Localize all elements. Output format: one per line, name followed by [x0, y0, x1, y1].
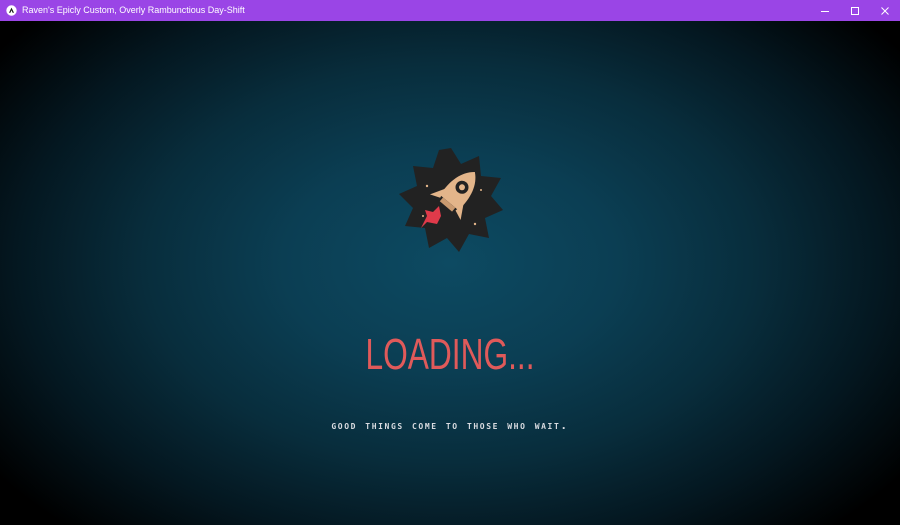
loading-text: LOADING...: [365, 330, 535, 379]
maximize-icon: [851, 6, 859, 15]
close-icon: [881, 6, 889, 15]
maximize-button[interactable]: [840, 0, 870, 21]
rocket-badge-icon: [399, 148, 503, 252]
window-controls: [810, 0, 900, 21]
close-button[interactable]: [870, 0, 900, 21]
game-window: Raven's Epicly Custom, Overly Rambunctio…: [0, 0, 900, 525]
minimize-button[interactable]: [810, 0, 840, 21]
loading-tagline: GOOD THINGS COME TO THOSE WHO WAIT.: [331, 419, 569, 432]
loading-screen: LOADING... GOOD THINGS COME TO THOSE WHO…: [0, 21, 900, 525]
app-logo-icon[interactable]: [6, 5, 17, 16]
title-bar[interactable]: Raven's Epicly Custom, Overly Rambunctio…: [0, 0, 900, 21]
window-title: Raven's Epicly Custom, Overly Rambunctio…: [22, 5, 245, 15]
minimize-icon: [821, 10, 829, 12]
